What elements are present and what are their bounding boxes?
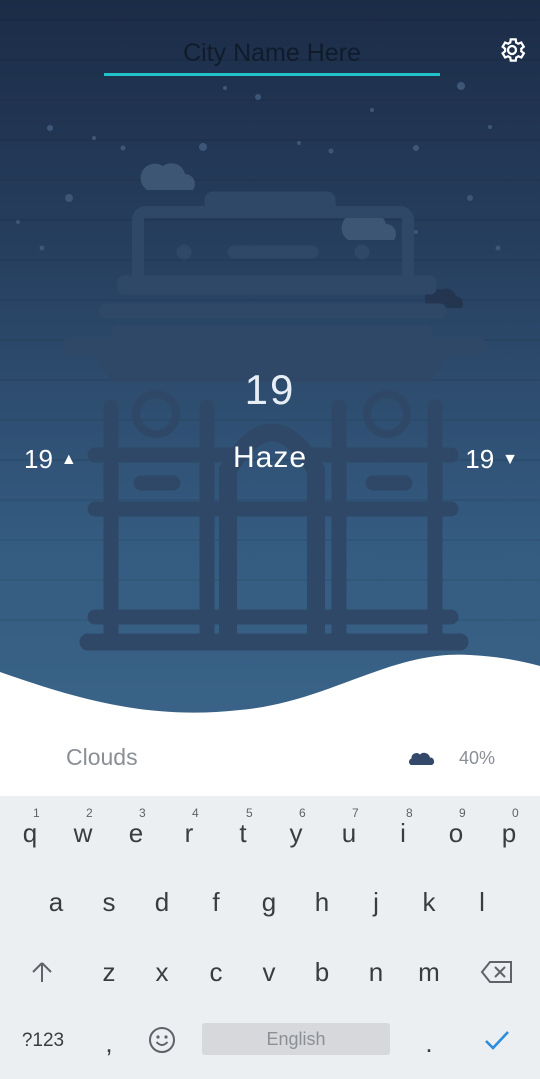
key-w[interactable]: w2 (56, 806, 110, 849)
india-gate-illustration (0, 19, 540, 651)
key-label: w (73, 818, 93, 848)
key-s[interactable]: s (82, 887, 136, 918)
spacebar[interactable]: English (202, 1023, 390, 1055)
key-x[interactable]: x (135, 957, 189, 988)
triangle-down-icon: ▼ (502, 451, 518, 468)
key-hint: 9 (459, 806, 466, 820)
city-search-input[interactable] (104, 33, 440, 76)
key-n[interactable]: n (349, 957, 403, 988)
key-period[interactable]: . (402, 1028, 456, 1059)
key-hint: 7 (352, 806, 359, 820)
weather-condition: Haze (232, 441, 308, 474)
emoji-icon[interactable] (148, 1026, 176, 1054)
key-hint: 2 (86, 806, 93, 820)
key-hint: 8 (406, 806, 413, 820)
checkmark-icon[interactable] (483, 1028, 511, 1052)
low-temperature: 19 ▼ (465, 444, 518, 475)
backspace-icon[interactable] (480, 960, 514, 984)
key-z[interactable]: z (82, 957, 136, 988)
key-p[interactable]: p0 (482, 806, 536, 849)
key-hint: 4 (192, 806, 199, 820)
key-label: r (184, 818, 194, 848)
detail-value: 40% (459, 748, 496, 768)
key-k[interactable]: k (402, 887, 456, 918)
key-hint: 5 (246, 806, 253, 820)
key-label: q (22, 818, 38, 848)
key-b[interactable]: b (295, 957, 349, 988)
key-j[interactable]: j (349, 887, 403, 918)
soft-keyboard: q1 w2 e3 r4 t5 y6 u7 i8 o9 p0 a s d f g … (0, 796, 540, 1079)
shift-icon[interactable] (30, 960, 54, 984)
key-label: y (289, 818, 303, 848)
key-a[interactable]: a (29, 887, 83, 918)
key-l[interactable]: l (455, 887, 509, 918)
current-temperature: 19 (244, 366, 296, 413)
weather-hero (0, 0, 540, 720)
key-hint: 0 (512, 806, 519, 820)
key-g[interactable]: g (242, 887, 296, 918)
key-label: i (400, 818, 406, 848)
gear-icon[interactable] (497, 35, 527, 65)
key-hint: 1 (33, 806, 40, 820)
wave-divider (0, 654, 540, 720)
key-y[interactable]: y6 (269, 806, 323, 849)
key-e[interactable]: e3 (109, 806, 163, 849)
key-r[interactable]: r4 (162, 806, 216, 849)
key-h[interactable]: h (295, 887, 349, 918)
key-comma[interactable]: , (82, 1028, 136, 1059)
key-f[interactable]: f (189, 887, 243, 918)
key-o[interactable]: o9 (429, 806, 483, 849)
symbols-key[interactable]: ?123 (15, 1030, 71, 1052)
key-label: o (448, 818, 464, 848)
key-i[interactable]: i8 (376, 806, 430, 849)
key-label: t (239, 818, 247, 848)
key-d[interactable]: d (135, 887, 189, 918)
detail-label: Clouds (66, 744, 138, 770)
key-hint: 6 (299, 806, 306, 820)
key-hint: 3 (139, 806, 146, 820)
key-label: u (341, 818, 357, 848)
key-c[interactable]: c (189, 957, 243, 988)
cloud-icon (409, 752, 435, 765)
key-q[interactable]: q1 (3, 806, 57, 849)
key-t[interactable]: t5 (216, 806, 270, 849)
key-v[interactable]: v (242, 957, 296, 988)
key-label: e (128, 818, 144, 848)
key-m[interactable]: m (402, 957, 456, 988)
key-u[interactable]: u7 (322, 806, 376, 849)
key-label: p (501, 818, 517, 848)
detail-row-clouds: Clouds 40% (0, 730, 540, 788)
low-temperature-value: 19 (465, 444, 495, 474)
